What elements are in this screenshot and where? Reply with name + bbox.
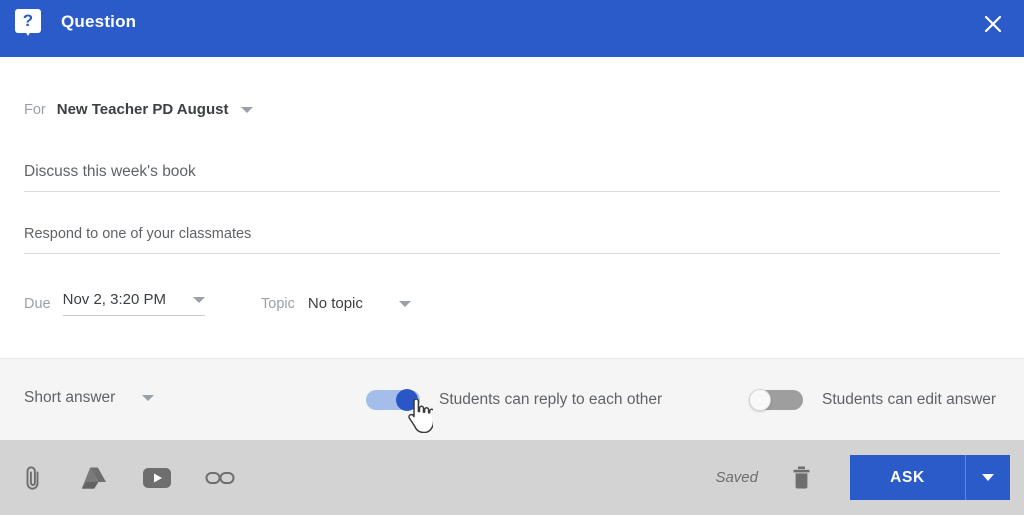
due-label: Due xyxy=(24,295,51,312)
answer-type-value: Short answer xyxy=(24,389,116,406)
students-can-edit-label: Students can edit answer xyxy=(822,391,997,408)
ask-button-group: ASK xyxy=(850,455,1010,500)
chevron-down-icon-topic[interactable] xyxy=(398,300,411,307)
chevron-down-icon-answer-type[interactable] xyxy=(142,395,155,401)
due-and-topic-row: Due Nov 2, 3:20 PM Topic No topic xyxy=(24,291,411,316)
ask-dropdown-button[interactable] xyxy=(965,455,1010,500)
students-can-reply-label: Students can reply to each other xyxy=(439,391,663,408)
dialog-header: ? Question xyxy=(0,0,1024,57)
answer-type-selector[interactable]: Short answer xyxy=(24,389,155,407)
options-strip: Short answer Students can reply to each … xyxy=(0,358,1024,440)
due-date-picker[interactable]: Nov 2, 3:20 PM xyxy=(62,291,205,316)
due-date-value: Nov 2, 3:20 PM xyxy=(62,291,166,308)
students-can-reply-toggle[interactable] xyxy=(366,389,420,411)
paperclip-icon[interactable] xyxy=(16,461,50,495)
question-dialog: ? Question For New Teacher PD August Dis… xyxy=(0,0,1024,515)
for-label: For xyxy=(24,101,46,118)
question-bubble-icon: ? xyxy=(15,9,41,36)
instructions-input-value: Respond to one of your classmates xyxy=(24,226,252,242)
question-mark-glyph: ? xyxy=(22,11,34,30)
ask-button[interactable]: ASK xyxy=(850,455,965,500)
class-selector-value[interactable]: New Teacher PD August xyxy=(57,101,229,118)
chevron-down-icon-class[interactable] xyxy=(241,106,254,113)
page-title: Question xyxy=(61,12,137,31)
question-input[interactable]: Discuss this week's book xyxy=(24,163,1000,192)
link-icon[interactable] xyxy=(203,461,237,495)
students-can-edit-toggle[interactable] xyxy=(749,389,803,411)
chevron-down-icon-due[interactable] xyxy=(193,296,205,303)
dialog-body: For New Teacher PD August Discuss this w… xyxy=(0,57,1024,358)
instructions-input[interactable]: Respond to one of your classmates xyxy=(24,225,1000,254)
trash-icon[interactable] xyxy=(786,463,816,493)
topic-label: Topic xyxy=(261,295,295,312)
dialog-footer: Saved ASK xyxy=(0,440,1024,515)
youtube-icon[interactable] xyxy=(140,461,174,495)
topic-selector-value[interactable]: No topic xyxy=(308,295,363,312)
footer-actions: Saved ASK xyxy=(715,440,1010,515)
close-icon[interactable] xyxy=(978,9,1008,39)
save-status: Saved xyxy=(715,469,758,486)
assignee-row: For New Teacher PD August xyxy=(24,101,254,118)
chevron-down-icon-ask xyxy=(982,474,994,481)
question-input-value: Discuss this week's book xyxy=(24,163,196,180)
google-drive-icon[interactable] xyxy=(77,461,111,495)
students-can-reply-group: Students can reply to each other xyxy=(366,389,662,411)
attachment-toolbar xyxy=(0,440,237,515)
students-can-edit-group: Students can edit answer xyxy=(749,389,996,411)
